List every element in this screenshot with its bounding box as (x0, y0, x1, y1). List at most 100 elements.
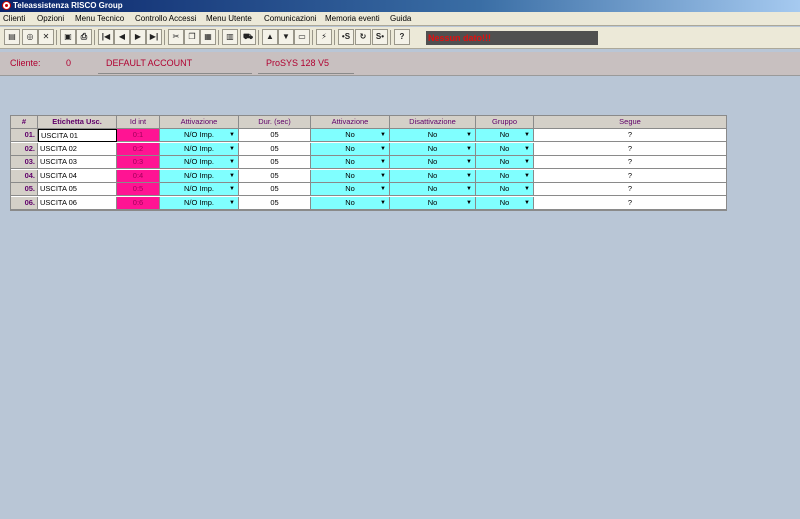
save-icon[interactable]: ▣ (60, 29, 76, 45)
computer-icon[interactable]: ▭ (294, 29, 310, 45)
chevron-down-icon[interactable]: ▼ (380, 129, 386, 141)
search-icon[interactable]: ◎ (22, 29, 38, 45)
chevron-down-icon[interactable]: ▼ (380, 197, 386, 209)
internal-id[interactable]: 0:4 (117, 169, 160, 183)
activation-type-dropdown[interactable]: N/O Imp. ▼ (160, 129, 239, 142)
chevron-down-icon[interactable]: ▼ (466, 197, 472, 209)
refresh-icon[interactable]: ↻ (355, 29, 371, 45)
chevron-down-icon[interactable]: ▼ (229, 143, 235, 155)
cut-icon[interactable]: ✂ (168, 29, 184, 45)
activation-dropdown[interactable]: No ▼ (311, 196, 390, 210)
activation-dropdown[interactable]: No ▼ (311, 142, 390, 156)
computer-upload-icon[interactable]: ▲ (262, 29, 278, 45)
internal-id[interactable]: 0:5 (117, 183, 160, 196)
book-icon[interactable]: ▥ (222, 29, 238, 45)
group-dropdown[interactable]: No ▼ (476, 196, 534, 210)
activation-dropdown[interactable]: No ▼ (311, 169, 390, 183)
duration-field[interactable]: 05 (239, 196, 311, 210)
activation-dropdown[interactable]: No ▼ (311, 156, 390, 169)
chevron-down-icon[interactable]: ▼ (380, 156, 386, 168)
column-header[interactable]: Id int (117, 116, 160, 129)
output-label[interactable]: USCITA 01 (38, 129, 117, 142)
group-dropdown[interactable]: No ▼ (476, 169, 534, 183)
menu-guida[interactable]: Guida (390, 14, 411, 23)
output-label[interactable]: USCITA 05 (38, 183, 117, 196)
chevron-down-icon[interactable]: ▼ (466, 156, 472, 168)
menu-memoria-eventi[interactable]: Memoria eventi (325, 14, 380, 23)
output-label[interactable]: USCITA 02 (38, 142, 117, 156)
menu-comunicazioni[interactable]: Comunicazioni (264, 14, 316, 23)
activation-type-dropdown[interactable]: N/O Imp. ▼ (160, 156, 239, 169)
chevron-down-icon[interactable]: ▼ (524, 183, 530, 195)
chevron-down-icon[interactable]: ▼ (380, 143, 386, 155)
column-header[interactable]: Attivazione (311, 116, 390, 129)
receive-s-icon[interactable]: S• (372, 29, 388, 45)
duration-field[interactable]: 05 (239, 129, 311, 142)
chevron-down-icon[interactable]: ▼ (229, 156, 235, 168)
internal-id[interactable]: 0:3 (117, 156, 160, 169)
follows-field[interactable]: ? (534, 183, 727, 196)
activation-dropdown[interactable]: No ▼ (311, 183, 390, 196)
deactivation-dropdown[interactable]: No ▼ (390, 156, 476, 169)
group-dropdown[interactable]: No ▼ (476, 183, 534, 196)
follows-field[interactable]: ? (534, 196, 727, 210)
activation-type-dropdown[interactable]: N/O Imp. ▼ (160, 142, 239, 156)
chevron-down-icon[interactable]: ▼ (466, 143, 472, 155)
deactivation-dropdown[interactable]: No ▼ (390, 142, 476, 156)
activation-type-dropdown[interactable]: N/O Imp. ▼ (160, 196, 239, 210)
menu-opzioni[interactable]: Opzioni (37, 14, 64, 23)
column-header[interactable]: # (11, 116, 38, 129)
connect-icon[interactable]: ⚡ (316, 29, 332, 45)
chevron-down-icon[interactable]: ▼ (466, 129, 472, 141)
chevron-down-icon[interactable]: ▼ (466, 183, 472, 195)
send-s-icon[interactable]: •S (338, 29, 354, 45)
paste-icon[interactable]: ▦ (200, 29, 216, 45)
duration-field[interactable]: 05 (239, 142, 311, 156)
group-dropdown[interactable]: No ▼ (476, 129, 534, 142)
prev-record-icon[interactable]: ◀ (114, 29, 130, 45)
deactivation-dropdown[interactable]: No ▼ (390, 196, 476, 210)
print-icon[interactable]: ⎙ (76, 29, 92, 45)
chevron-down-icon[interactable]: ▼ (524, 143, 530, 155)
column-header[interactable]: Disattivazione (390, 116, 476, 129)
duration-field[interactable]: 05 (239, 183, 311, 196)
group-dropdown[interactable]: No ▼ (476, 156, 534, 169)
chevron-down-icon[interactable]: ▼ (229, 129, 235, 141)
chevron-down-icon[interactable]: ▼ (229, 197, 235, 209)
duration-field[interactable]: 05 (239, 169, 311, 183)
internal-id[interactable]: 0:6 (117, 196, 160, 210)
new-icon[interactable]: ▤ (4, 29, 20, 45)
group-dropdown[interactable]: No ▼ (476, 142, 534, 156)
copy-icon[interactable]: ❐ (184, 29, 200, 45)
chevron-down-icon[interactable]: ▼ (380, 183, 386, 195)
last-record-icon[interactable]: ▶| (146, 29, 162, 45)
chevron-down-icon[interactable]: ▼ (524, 170, 530, 182)
chevron-down-icon[interactable]: ▼ (524, 129, 530, 141)
menu-menu-tecnico[interactable]: Menu Tecnico (75, 14, 124, 23)
chevron-down-icon[interactable]: ▼ (524, 197, 530, 209)
first-record-icon[interactable]: |◀ (98, 29, 114, 45)
follows-field[interactable]: ? (534, 142, 727, 156)
follows-field[interactable]: ? (534, 156, 727, 169)
output-label[interactable]: USCITA 03 (38, 156, 117, 169)
chevron-down-icon[interactable]: ▼ (524, 156, 530, 168)
car-icon[interactable]: ⛟ (240, 29, 256, 45)
menu-controllo-accessi[interactable]: Controllo Accessi (135, 14, 196, 23)
activation-type-dropdown[interactable]: N/O Imp. ▼ (160, 183, 239, 196)
column-header[interactable]: Segue (534, 116, 727, 129)
chevron-down-icon[interactable]: ▼ (466, 170, 472, 182)
follows-field[interactable]: ? (534, 129, 727, 142)
duration-field[interactable]: 05 (239, 156, 311, 169)
column-header[interactable]: Etichetta Usc. (38, 116, 117, 129)
column-header[interactable]: Attivazione (160, 116, 239, 129)
internal-id[interactable]: 0:1 (117, 129, 160, 142)
deactivation-dropdown[interactable]: No ▼ (390, 129, 476, 142)
chevron-down-icon[interactable]: ▼ (229, 183, 235, 195)
menu-menu-utente[interactable]: Menu Utente (206, 14, 252, 23)
activation-dropdown[interactable]: No ▼ (311, 129, 390, 142)
internal-id[interactable]: 0:2 (117, 142, 160, 156)
output-label[interactable]: USCITA 04 (38, 169, 117, 183)
column-header[interactable]: Dur. (sec) (239, 116, 311, 129)
computer-download-icon[interactable]: ▼ (278, 29, 294, 45)
close-icon[interactable]: ✕ (38, 29, 54, 45)
